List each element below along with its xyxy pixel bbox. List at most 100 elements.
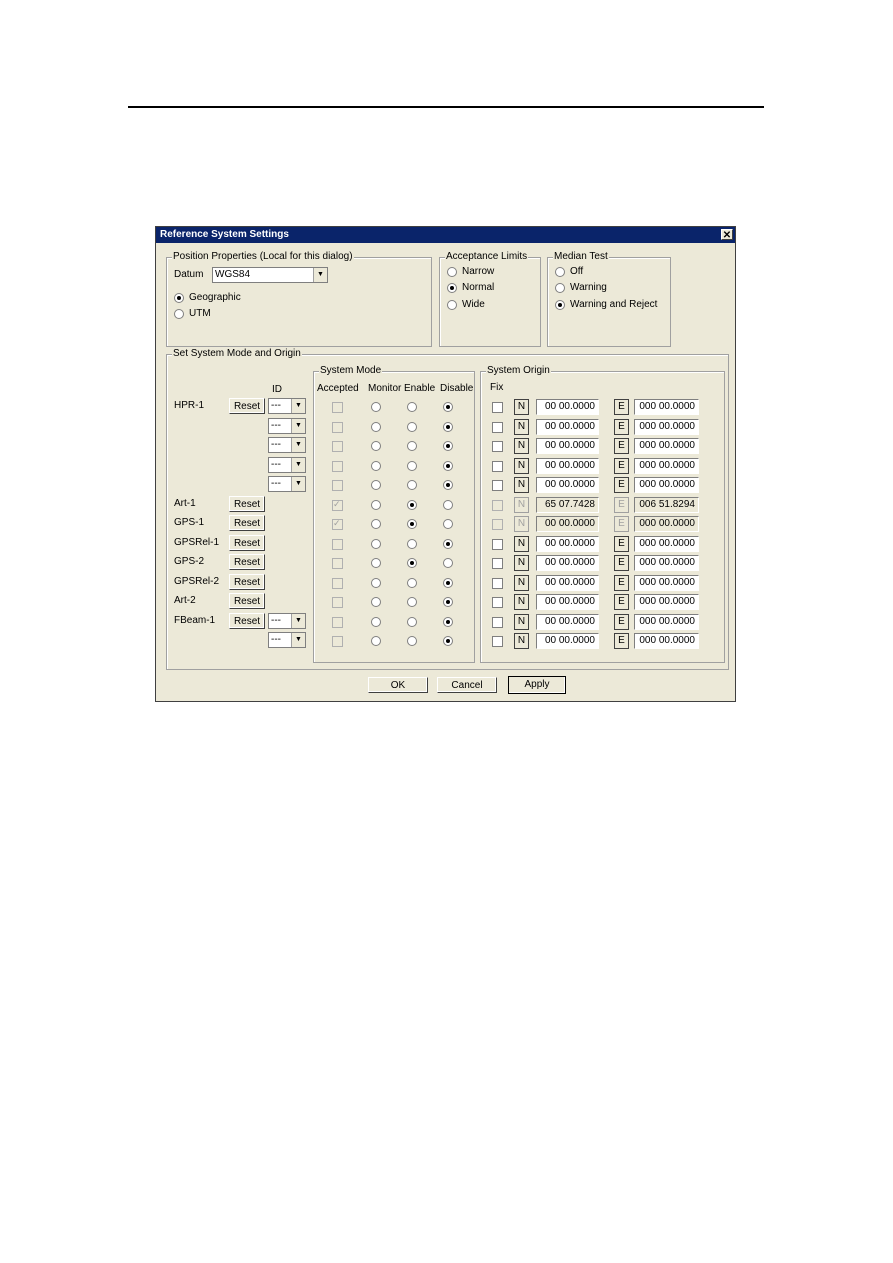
monitor-radio[interactable]: [371, 578, 381, 588]
cancel-button[interactable]: Cancel: [437, 677, 497, 693]
monitor-radio[interactable]: [371, 402, 381, 412]
disable-radio[interactable]: [443, 558, 453, 568]
north-coordinate-field[interactable]: 00 00.0000: [536, 614, 599, 630]
fix-checkbox[interactable]: [492, 441, 503, 452]
disable-radio[interactable]: [443, 519, 453, 529]
disable-radio[interactable]: [443, 578, 453, 588]
north-button[interactable]: N: [514, 419, 529, 435]
north-coordinate-field[interactable]: 00 00.0000: [536, 477, 599, 493]
east-coordinate-field[interactable]: 000 00.0000: [634, 419, 699, 435]
wide-radio[interactable]: [447, 300, 457, 310]
ok-button[interactable]: OK: [368, 677, 428, 693]
north-button[interactable]: N: [514, 536, 529, 552]
north-coordinate-field[interactable]: 00 00.0000: [536, 399, 599, 415]
north-button[interactable]: N: [514, 458, 529, 474]
system-id-select[interactable]: --- ▼: [268, 398, 306, 414]
reset-button[interactable]: Reset: [229, 496, 265, 512]
narrow-radio[interactable]: [447, 267, 457, 277]
off-radio[interactable]: [555, 267, 565, 277]
reset-button[interactable]: Reset: [229, 398, 265, 414]
apply-button[interactable]: Apply: [508, 676, 566, 694]
monitor-radio[interactable]: [371, 480, 381, 490]
reset-button[interactable]: Reset: [229, 593, 265, 609]
enable-radio[interactable]: [407, 441, 417, 451]
east-coordinate-field[interactable]: 000 00.0000: [634, 458, 699, 474]
north-button[interactable]: N: [514, 477, 529, 493]
disable-radio[interactable]: [443, 402, 453, 412]
east-coordinate-field[interactable]: 000 00.0000: [634, 399, 699, 415]
monitor-radio[interactable]: [371, 519, 381, 529]
enable-radio[interactable]: [407, 500, 417, 510]
reset-button[interactable]: Reset: [229, 515, 265, 531]
east-button[interactable]: E: [614, 458, 629, 474]
monitor-radio[interactable]: [371, 441, 381, 451]
east-button[interactable]: E: [614, 419, 629, 435]
east-coordinate-field[interactable]: 000 00.0000: [634, 633, 699, 649]
enable-radio[interactable]: [407, 597, 417, 607]
east-coordinate-field[interactable]: 000 00.0000: [634, 575, 699, 591]
system-id-select[interactable]: --- ▼: [268, 613, 306, 629]
disable-radio[interactable]: [443, 636, 453, 646]
enable-radio[interactable]: [407, 558, 417, 568]
disable-radio[interactable]: [443, 461, 453, 471]
east-coordinate-field[interactable]: 000 00.0000: [634, 438, 699, 454]
north-coordinate-field[interactable]: 00 00.0000: [536, 458, 599, 474]
normal-radio[interactable]: [447, 283, 457, 293]
fix-checkbox[interactable]: [492, 539, 503, 550]
enable-radio[interactable]: [407, 422, 417, 432]
east-coordinate-field[interactable]: 000 00.0000: [634, 536, 699, 552]
east-button[interactable]: E: [614, 438, 629, 454]
fix-checkbox[interactable]: [492, 461, 503, 472]
reset-button[interactable]: Reset: [229, 554, 265, 570]
east-coordinate-field[interactable]: 000 00.0000: [634, 594, 699, 610]
north-coordinate-field[interactable]: 00 00.0000: [536, 633, 599, 649]
north-coordinate-field[interactable]: 00 00.0000: [536, 555, 599, 571]
disable-radio[interactable]: [443, 597, 453, 607]
geographic-radio[interactable]: [174, 293, 184, 303]
east-button[interactable]: E: [614, 575, 629, 591]
north-coordinate-field[interactable]: 00 00.0000: [536, 438, 599, 454]
monitor-radio[interactable]: [371, 500, 381, 510]
monitor-radio[interactable]: [371, 636, 381, 646]
system-id-select[interactable]: --- ▼: [268, 457, 306, 473]
disable-radio[interactable]: [443, 441, 453, 451]
north-button[interactable]: N: [514, 594, 529, 610]
warning-radio[interactable]: [555, 283, 565, 293]
disable-radio[interactable]: [443, 617, 453, 627]
disable-radio[interactable]: [443, 422, 453, 432]
system-id-select[interactable]: --- ▼: [268, 418, 306, 434]
east-button[interactable]: E: [614, 477, 629, 493]
datum-select[interactable]: WGS84 ▼: [212, 267, 328, 283]
north-coordinate-field[interactable]: 00 00.0000: [536, 594, 599, 610]
fix-checkbox[interactable]: [492, 422, 503, 433]
fix-checkbox[interactable]: [492, 597, 503, 608]
fix-checkbox[interactable]: [492, 578, 503, 589]
enable-radio[interactable]: [407, 402, 417, 412]
north-coordinate-field[interactable]: 00 00.0000: [536, 419, 599, 435]
disable-radio[interactable]: [443, 480, 453, 490]
monitor-radio[interactable]: [371, 461, 381, 471]
enable-radio[interactable]: [407, 461, 417, 471]
fix-checkbox[interactable]: [492, 558, 503, 569]
north-coordinate-field[interactable]: 00 00.0000: [536, 536, 599, 552]
east-button[interactable]: E: [614, 399, 629, 415]
enable-radio[interactable]: [407, 519, 417, 529]
fix-checkbox[interactable]: [492, 617, 503, 628]
monitor-radio[interactable]: [371, 422, 381, 432]
east-button[interactable]: E: [614, 614, 629, 630]
north-button[interactable]: N: [514, 633, 529, 649]
north-coordinate-field[interactable]: 00 00.0000: [536, 575, 599, 591]
east-coordinate-field[interactable]: 000 00.0000: [634, 477, 699, 493]
east-button[interactable]: E: [614, 594, 629, 610]
north-button[interactable]: N: [514, 614, 529, 630]
enable-radio[interactable]: [407, 578, 417, 588]
disable-radio[interactable]: [443, 539, 453, 549]
east-coordinate-field[interactable]: 000 00.0000: [634, 614, 699, 630]
disable-radio[interactable]: [443, 500, 453, 510]
enable-radio[interactable]: [407, 617, 417, 627]
north-button[interactable]: N: [514, 438, 529, 454]
warning-and-reject-radio[interactable]: [555, 300, 565, 310]
fix-checkbox[interactable]: [492, 402, 503, 413]
enable-radio[interactable]: [407, 636, 417, 646]
north-button[interactable]: N: [514, 399, 529, 415]
